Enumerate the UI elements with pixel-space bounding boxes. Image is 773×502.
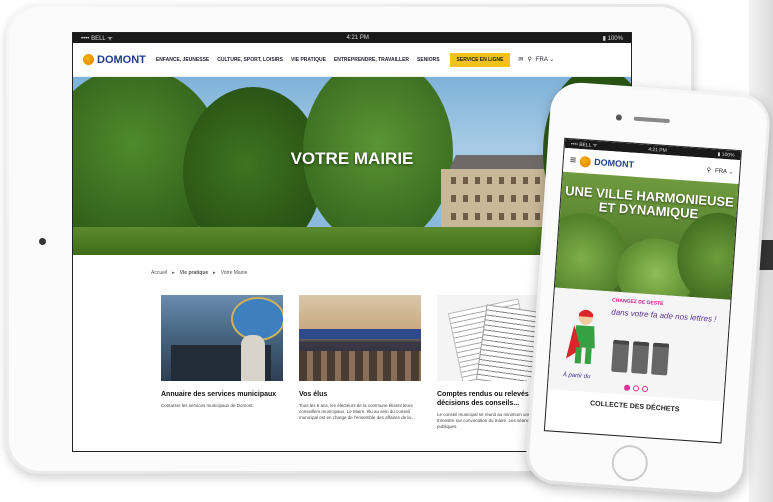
trash-bin-icon (651, 342, 670, 376)
mail-icon[interactable]: ✉ (518, 56, 523, 63)
nav-item-enfance[interactable]: ENFANCE, JEUNESSE (156, 57, 209, 63)
status-time: 4:21 PM (647, 146, 667, 154)
status-time: 4:21 PM (346, 35, 369, 41)
menu-icon[interactable]: ≡ (569, 154, 576, 166)
phone-nav-tools: ⚲ FRA ⌄ (706, 166, 733, 175)
nav-item-seniors[interactable]: SENIORS (417, 57, 440, 63)
carousel-dots (548, 379, 724, 397)
service-en-ligne-button[interactable]: SERVICE EN LIGNE (449, 52, 511, 67)
trash-bin-icon (611, 339, 630, 373)
nav-item-culture[interactable]: CULTURE, SPORT, LOISIRS (217, 57, 283, 63)
status-battery: ▮ 100% (602, 35, 623, 42)
breadcrumb-current: Votre Mairie (220, 270, 248, 276)
carousel-dot[interactable] (623, 384, 631, 391)
promo-heading: CHANGEZ DE GESTE (611, 297, 664, 308)
logo-mark-icon (579, 155, 592, 168)
language-select[interactable]: FRA ⌄ (536, 56, 554, 63)
phone-hero: UNE VILLE HARMONIEUSE ET DYNAMIQUE (554, 171, 739, 300)
status-carrier: •••• BELL ᯤ (570, 140, 598, 149)
logo-text: DOMONT (97, 53, 146, 66)
card-title: Vos élus (299, 391, 328, 398)
card-image (299, 295, 421, 381)
card-text: Tous les 6 ans, les électeurs de la comm… (299, 403, 415, 420)
status-battery: ▮ 100% (717, 151, 735, 159)
promo-script: dans votre fa ade nos lettres ! (610, 307, 717, 324)
logo-text: DOMONT (593, 156, 635, 170)
breadcrumb: Accueil ▸ Vie pratique ▸ Votre Mairie (151, 270, 247, 276)
search-icon[interactable]: ⚲ (527, 56, 531, 63)
breadcrumb-separator: ▸ (172, 270, 175, 276)
breadcrumb-home[interactable]: Accueil (151, 270, 167, 276)
nav-item-entreprendre[interactable]: ENTREPRENDRE, TRAVAILLER (334, 57, 409, 63)
status-carrier: •••• BELL ᯤ (81, 36, 113, 42)
card-text: Contacter les services municipaux de Dom… (161, 403, 254, 408)
carousel-dot[interactable] (641, 385, 649, 393)
carousel-dot[interactable] (632, 385, 640, 392)
tablet-camera-icon (39, 238, 46, 245)
card-annuaire[interactable]: Annuaire des services municipaux Contact… (161, 295, 283, 409)
breadcrumb-separator: ▸ (213, 270, 216, 276)
phone-logo[interactable]: DOMONT (579, 155, 635, 170)
phone-footer-title[interactable]: COLLECTE DES DÉCHETS (547, 397, 723, 416)
superhero-illustration (565, 309, 595, 365)
card-vos-elus[interactable]: Vos élus Tous les 6 ans, les électeurs d… (299, 295, 421, 421)
promo-banner[interactable]: CHANGEZ DE GESTE dans votre fa ade nos l… (547, 287, 731, 402)
phone-screen: •••• BELL ᯤ 4:21 PM ▮ 100% ≡ DOMONT ⚲ FR… (543, 137, 742, 444)
nav-tools: ✉ ⚲ FRA ⌄ (518, 56, 554, 63)
nav-item-vie-pratique[interactable]: VIE PRATIQUE (291, 57, 326, 63)
promo-partir: À partir du (562, 372, 591, 381)
tablet-status-bar: •••• BELL ᯤ 4:21 PM ▮ 100% (73, 33, 631, 43)
trash-bin-icon (631, 341, 650, 375)
logo-mark-icon (83, 54, 94, 65)
site-logo[interactable]: DOMONT (83, 54, 146, 66)
site-nav: DOMONT ENFANCE, JEUNESSE CULTURE, SPORT,… (73, 43, 631, 77)
trash-bins (611, 339, 670, 376)
language-select[interactable]: FRA ⌄ (715, 167, 734, 175)
breadcrumb-vie-pratique[interactable]: Vie pratique (180, 270, 209, 276)
card-title: Annuaire des services municipaux (161, 391, 277, 398)
card-image (161, 295, 283, 381)
phone-device: •••• BELL ᯤ 4:21 PM ▮ 100% ≡ DOMONT ⚲ FR… (524, 80, 772, 498)
search-icon[interactable]: ⚲ (706, 166, 711, 173)
